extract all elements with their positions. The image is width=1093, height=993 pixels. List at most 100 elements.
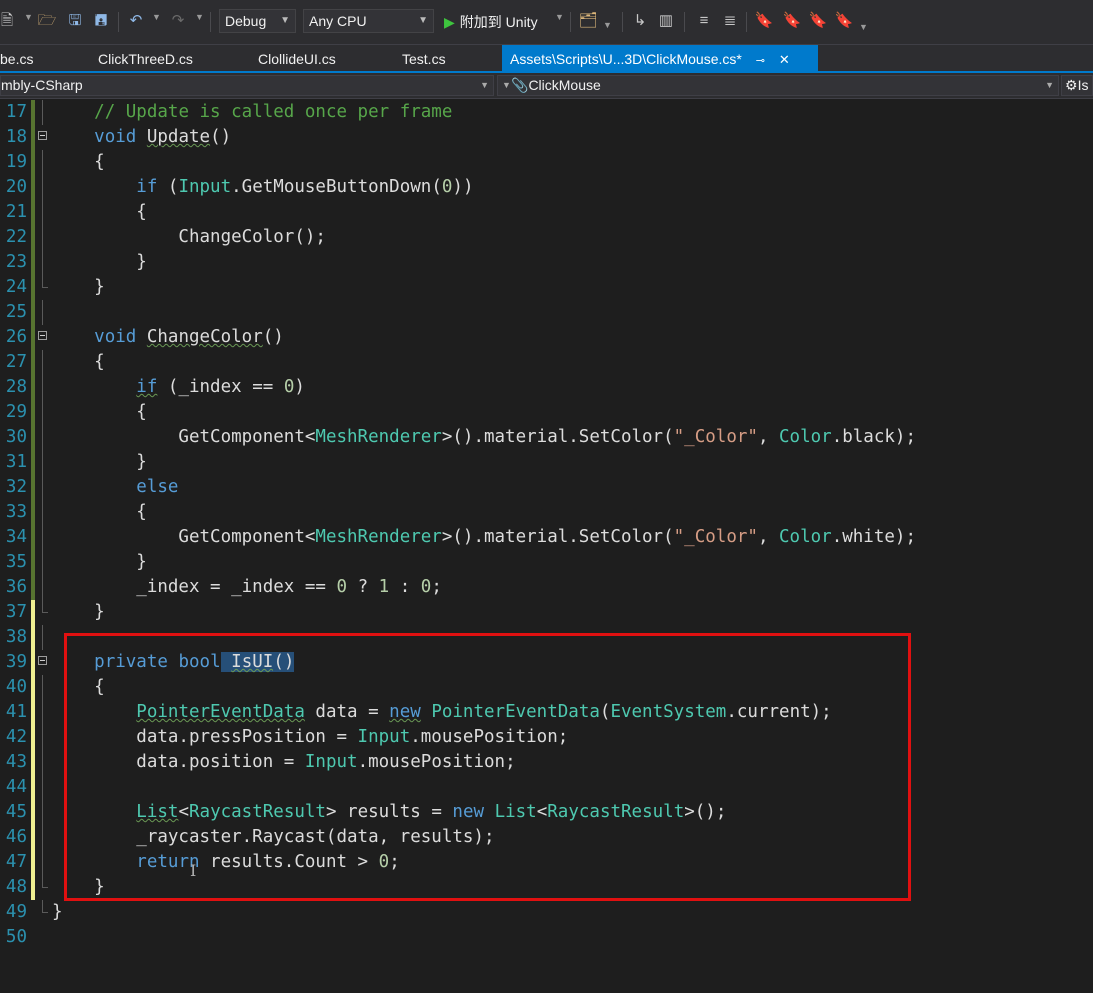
code-token: Update — [146, 127, 211, 147]
project-dropdown[interactable]: mbly-CSharp ▼ — [0, 75, 494, 96]
bookmark-icon[interactable]: 🔖 — [754, 11, 774, 31]
outline-guide — [42, 400, 43, 425]
code-line[interactable]: 22 ChangeColor(); — [0, 225, 1093, 250]
code-line[interactable]: 30 GetComponent<MeshRenderer>().material… — [0, 425, 1093, 450]
comment-icon[interactable]: ≡ — [694, 11, 714, 31]
code-line[interactable]: 20 if (Input.GetMouseButtonDown(0)) — [0, 175, 1093, 200]
solution-platform-dropdown[interactable]: Any CPU ▼ — [303, 9, 434, 33]
layout-icon[interactable]: ▥ — [656, 11, 676, 31]
collapse-icon[interactable] — [38, 131, 47, 140]
code-line[interactable]: 26 void ChangeColor() — [0, 325, 1093, 350]
change-marker — [31, 475, 35, 500]
code-line[interactable]: 24 } — [0, 275, 1093, 300]
collapse-icon[interactable] — [38, 331, 47, 340]
code-token: ChangeColor(); — [52, 227, 326, 247]
solution-configuration-dropdown[interactable]: Debug ▼ — [219, 9, 296, 33]
code-line[interactable]: 32 else — [0, 475, 1093, 500]
code-line[interactable]: 37 } — [0, 600, 1093, 625]
device-icon[interactable]: 🗂 — [578, 11, 598, 31]
code-token: Color — [779, 427, 832, 447]
tab-clickmouse-cs[interactable]: Assets\Scripts\U...3D\ClickMouse.cs* ⊸ ✕ — [502, 45, 818, 71]
code-text[interactable]: { — [52, 400, 147, 425]
code-line[interactable]: 49} — [0, 900, 1093, 925]
code-text[interactable]: } — [52, 250, 147, 275]
code-text[interactable]: { — [52, 150, 105, 175]
code-line[interactable]: 28 if (_index == 0) — [0, 375, 1093, 400]
code-text[interactable]: } — [52, 275, 105, 300]
line-number: 39 — [5, 652, 27, 672]
redo-icon[interactable]: ↷ — [168, 11, 188, 31]
prev-bookmark-icon[interactable]: 🔖 — [782, 11, 802, 31]
code-text[interactable]: { — [52, 500, 147, 525]
clear-bookmark-icon[interactable]: 🔖 — [834, 11, 854, 31]
outline-guide — [42, 375, 43, 400]
code-line[interactable]: 35 } — [0, 550, 1093, 575]
step-icon[interactable]: ↳ — [630, 11, 650, 31]
code-token: GetComponent< — [52, 427, 316, 447]
attach-to-unity-button[interactable]: ▶ 附加到 Unity — [444, 11, 538, 33]
save-icon[interactable]: 🖫 — [64, 11, 86, 31]
line-number: 49 — [5, 902, 27, 922]
save-all-icon[interactable]: 🖪 — [90, 11, 112, 31]
code-text[interactable]: // Update is called once per frame — [52, 100, 452, 125]
new-project-icon[interactable]: 🗎 — [0, 11, 14, 31]
uncomment-icon[interactable]: ≣ — [720, 11, 740, 31]
undo-icon[interactable]: ↶ — [126, 11, 146, 31]
code-line[interactable]: 19 { — [0, 150, 1093, 175]
code-text[interactable]: } — [52, 550, 147, 575]
outline-guide — [42, 100, 43, 125]
close-icon[interactable]: ✕ — [779, 52, 790, 67]
tab-clollideui-cs[interactable]: ClollideUI.cs — [258, 45, 336, 71]
code-text[interactable]: if (Input.GetMouseButtonDown(0)) — [52, 175, 473, 200]
line-number: 44 — [5, 777, 27, 797]
code-line[interactable]: 33 { — [0, 500, 1093, 525]
member-dropdown[interactable]: ⚙Is — [1061, 75, 1093, 96]
tab-test-cs[interactable]: Test.cs — [402, 45, 446, 71]
class-dropdown[interactable]: ▼ 📎ClickMouse ▼ — [497, 75, 1059, 96]
code-line[interactable]: 17 // Update is called once per frame — [0, 100, 1093, 125]
code-line[interactable]: 29 { — [0, 400, 1093, 425]
next-bookmark-icon[interactable]: 🔖 — [808, 11, 828, 31]
code-text[interactable]: void Update() — [52, 125, 231, 150]
code-token: "_Color" — [673, 527, 758, 547]
chevron-down-icon[interactable]: ▼ — [195, 12, 204, 22]
code-line[interactable]: 18 void Update() — [0, 125, 1093, 150]
code-text[interactable]: GetComponent<MeshRenderer>().material.Se… — [52, 425, 916, 450]
chevron-down-icon[interactable]: ▼ — [555, 12, 564, 22]
outline-guide — [42, 675, 43, 700]
code-line[interactable]: 23 } — [0, 250, 1093, 275]
code-text[interactable]: void ChangeColor() — [52, 325, 284, 350]
tab-be-cs[interactable]: be.cs — [0, 45, 33, 71]
open-folder-icon[interactable]: 🗁 — [36, 11, 58, 31]
code-text[interactable]: } — [52, 450, 147, 475]
chevron-down-icon[interactable]: ▼ — [603, 20, 612, 30]
outline-guide — [42, 350, 43, 375]
line-number: 22 — [5, 227, 27, 247]
toolbar-overflow-icon[interactable]: ▼ — [859, 22, 868, 32]
code-text[interactable]: if (_index == 0) — [52, 375, 305, 400]
code-line[interactable]: 36 _index = _index == 0 ? 1 : 0; — [0, 575, 1093, 600]
code-text[interactable]: ChangeColor(); — [52, 225, 326, 250]
code-text[interactable]: } — [52, 900, 63, 925]
code-line[interactable]: 31 } — [0, 450, 1093, 475]
tab-clickthreed-cs[interactable]: ClickThreeD.cs — [98, 45, 193, 71]
code-line[interactable]: 21 { — [0, 200, 1093, 225]
code-text[interactable]: { — [52, 350, 105, 375]
code-line[interactable]: 27 { — [0, 350, 1093, 375]
code-text[interactable]: } — [52, 600, 105, 625]
tab-label: ClickThreeD.cs — [98, 51, 193, 67]
code-line[interactable]: 50 — [0, 925, 1093, 950]
change-marker — [31, 525, 35, 550]
code-text[interactable]: else — [52, 475, 178, 500]
code-token: , — [757, 427, 780, 447]
chevron-down-icon[interactable]: ▼ — [24, 12, 33, 22]
change-marker — [31, 775, 35, 800]
code-line[interactable]: 25 — [0, 300, 1093, 325]
code-text[interactable]: _index = _index == 0 ? 1 : 0; — [52, 575, 442, 600]
code-line[interactable]: 34 GetComponent<MeshRenderer>().material… — [0, 525, 1093, 550]
code-text[interactable]: { — [52, 200, 147, 225]
code-text[interactable]: GetComponent<MeshRenderer>().material.Se… — [52, 525, 916, 550]
collapse-icon[interactable] — [38, 656, 47, 665]
chevron-down-icon[interactable]: ▼ — [152, 12, 161, 22]
pin-icon[interactable]: ⊸ — [756, 55, 765, 67]
